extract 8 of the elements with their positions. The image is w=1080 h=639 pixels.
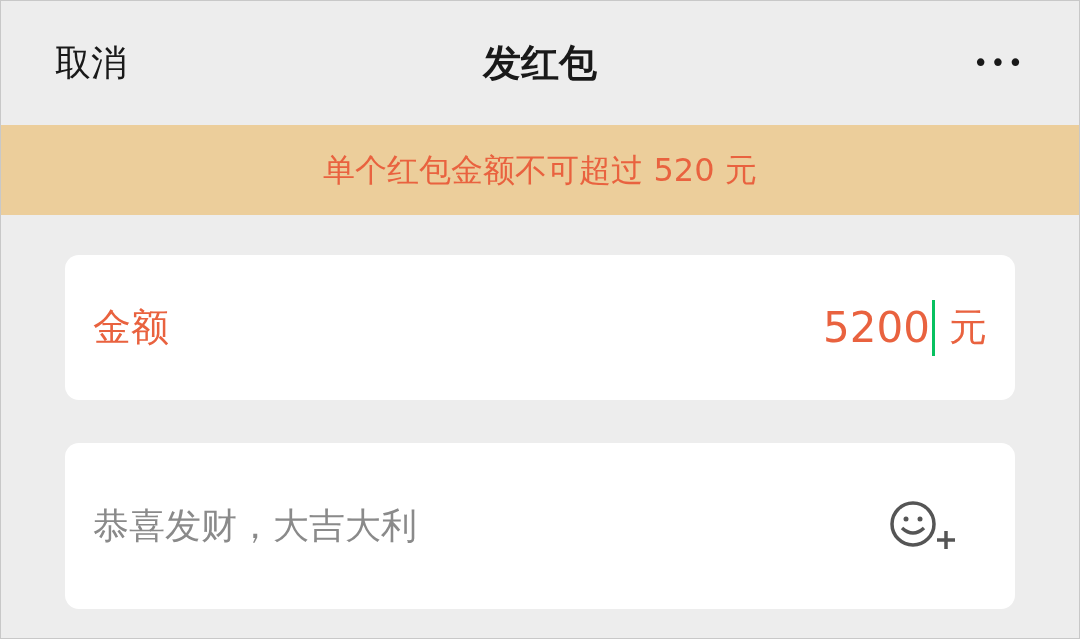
notice-text: 单个红包金额不可超过 520 元 — [323, 150, 757, 191]
amount-value: 5200 — [823, 302, 930, 354]
cancel-button[interactable]: 取消 — [55, 36, 175, 90]
currency-unit: 元 — [949, 304, 987, 351]
message-field[interactable]: 恭喜发财，大吉大利 — [93, 499, 693, 553]
window-title: 发红包 — [483, 39, 597, 87]
amount-label: 金额 — [93, 304, 169, 351]
more-button[interactable]: ••• — [905, 43, 1025, 83]
